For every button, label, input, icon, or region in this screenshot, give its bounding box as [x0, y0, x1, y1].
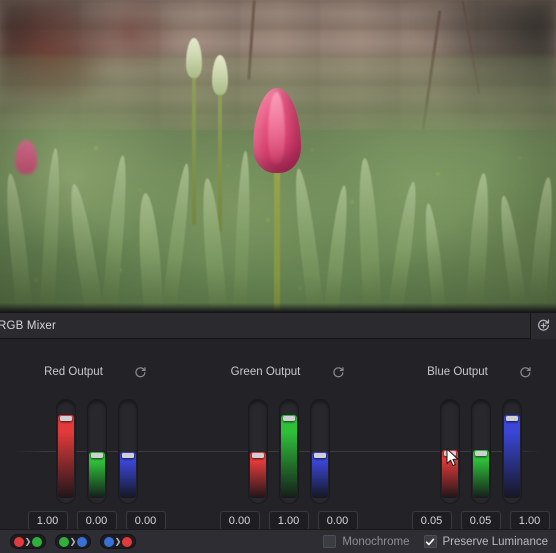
- slider-blue-green[interactable]: [470, 399, 491, 504]
- panel-title: RGB Mixer: [0, 319, 57, 332]
- value-input-blue-green[interactable]: 0.05: [460, 511, 501, 530]
- output-group-blue: Blue Output 0.05 0.05 1.00: [384, 339, 556, 553]
- value-input-green-red[interactable]: 0.00: [219, 511, 260, 530]
- slider-blue-blue[interactable]: [501, 399, 522, 504]
- output-groups: Red Output 1.00 0.00 0.00 Green Output 0.00 1.…: [0, 339, 556, 553]
- value-input-green-blue[interactable]: 0.00: [317, 511, 358, 530]
- reset-all-circle-icon[interactable]: [531, 312, 556, 339]
- value-input-red-green[interactable]: 0.00: [76, 511, 117, 530]
- slider-green-blue[interactable]: [309, 399, 330, 504]
- slider-row: [192, 399, 385, 504]
- chevron-right-icon: ❯: [114, 536, 122, 546]
- channel-swap-buttons: ❯ ❯ ❯: [10, 534, 136, 549]
- rgb-mixer-panel: RGB Mixer Red Output 1.00 0.00 0.00 Green Ou…: [0, 312, 556, 553]
- slider-fill: [119, 451, 136, 498]
- swap-target-dot: [77, 536, 88, 547]
- value-input-red-blue[interactable]: 0.00: [125, 511, 166, 530]
- slider-fill: [441, 449, 458, 498]
- slider-fill: [311, 451, 328, 498]
- image-viewer[interactable]: [0, 0, 556, 313]
- panel-body: Red Output 1.00 0.00 0.00 Green Output 0.00 1.…: [0, 339, 556, 553]
- monochrome-label: Monochrome: [342, 535, 410, 548]
- slider-red-red[interactable]: [55, 399, 76, 504]
- slider-row: [384, 399, 556, 504]
- output-group-green: Green Output 0.00 1.00 0.00: [192, 339, 385, 553]
- chevron-right-icon: ❯: [69, 536, 77, 546]
- photo-vignette: [0, 0, 556, 313]
- preserve-luminance-label: Preserve Luminance: [442, 535, 548, 548]
- group-label: Green Output: [230, 366, 301, 378]
- swap-red-green[interactable]: ❯: [10, 534, 46, 549]
- slider-blue-red[interactable]: [439, 399, 460, 504]
- footer-checkboxes: Monochrome Preserve Luminance: [323, 535, 548, 548]
- swap-source-dot: [103, 536, 114, 547]
- slider-green-green[interactable]: [278, 399, 299, 504]
- slider-handle[interactable]: [474, 450, 487, 456]
- monochrome-checkbox-box[interactable]: [323, 535, 337, 548]
- group-label: Red Output: [44, 366, 103, 378]
- group-header: Blue Output: [384, 363, 556, 381]
- slider-fill: [472, 449, 489, 498]
- swap-target-dot: [122, 536, 133, 547]
- monochrome-checkbox[interactable]: Monochrome: [323, 535, 410, 548]
- swap-target-dot: [32, 536, 43, 547]
- slider-row: [0, 399, 193, 504]
- slider-red-green[interactable]: [86, 399, 107, 504]
- slider-fill: [249, 451, 266, 498]
- group-header: Green Output: [192, 363, 385, 381]
- garden-photo: [0, 0, 556, 313]
- slider-handle[interactable]: [282, 416, 295, 421]
- slider-fill: [57, 415, 74, 498]
- slider-handle[interactable]: [443, 450, 456, 456]
- preserve-luminance-checkbox[interactable]: Preserve Luminance: [423, 535, 548, 548]
- value-input-blue-red[interactable]: 0.05: [411, 511, 452, 530]
- slider-handle[interactable]: [59, 416, 72, 421]
- swap-green-blue[interactable]: ❯: [55, 534, 91, 549]
- reset-arrow-icon[interactable]: [518, 364, 534, 380]
- reset-arrow-icon[interactable]: [133, 364, 149, 380]
- slider-handle[interactable]: [505, 416, 518, 421]
- slider-red-blue[interactable]: [117, 399, 138, 504]
- output-group-red: Red Output 1.00 0.00 0.00: [0, 339, 193, 553]
- reset-arrow-icon[interactable]: [330, 364, 346, 380]
- rgb-mixer-window: RGB Mixer Red Output 1.00 0.00 0.00 Green Ou…: [0, 0, 556, 553]
- slider-handle[interactable]: [313, 452, 326, 458]
- group-label: Blue Output: [427, 366, 488, 378]
- preserve-luminance-checkbox-box[interactable]: [423, 535, 437, 548]
- value-input-green-green[interactable]: 1.00: [268, 511, 309, 530]
- panel-footer: ❯ ❯ ❯ Monochrome Preserve Luminance: [0, 529, 556, 553]
- slider-handle[interactable]: [251, 452, 264, 458]
- chevron-right-icon: ❯: [24, 536, 32, 546]
- slider-fill: [503, 415, 520, 498]
- photo-bottom-fade: [0, 303, 556, 313]
- value-input-red-red[interactable]: 1.00: [27, 511, 68, 530]
- swap-source-dot: [58, 536, 69, 547]
- value-input-blue-blue[interactable]: 1.00: [509, 511, 550, 530]
- swap-blue-red[interactable]: ❯: [100, 534, 136, 549]
- slider-fill: [88, 451, 105, 498]
- slider-fill: [280, 415, 297, 498]
- slider-green-red[interactable]: [247, 399, 268, 504]
- slider-handle[interactable]: [121, 452, 134, 458]
- slider-handle[interactable]: [90, 452, 103, 458]
- panel-header: RGB Mixer: [0, 312, 556, 339]
- swap-source-dot: [13, 536, 24, 547]
- group-header: Red Output: [0, 363, 193, 381]
